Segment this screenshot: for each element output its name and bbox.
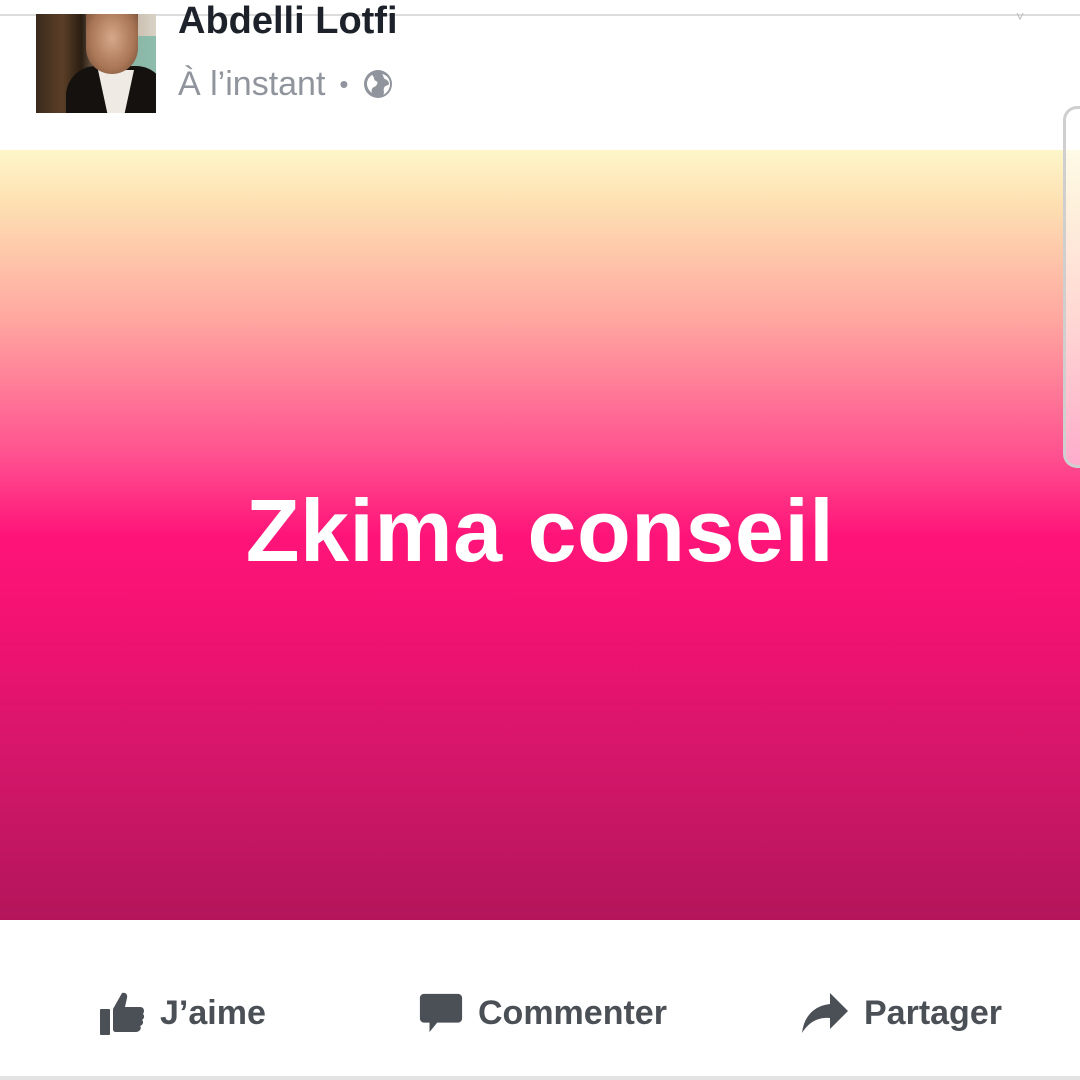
post-actions: J’aime Commenter Partager: [0, 920, 1080, 1076]
thumbs-up-icon: [98, 989, 146, 1037]
like-label: J’aime: [160, 993, 266, 1032]
author-name[interactable]: Abdelli Lotfi: [178, 0, 398, 38]
comment-label: Commenter: [478, 993, 667, 1032]
post-timestamp[interactable]: À l’instant: [178, 65, 325, 104]
comment-button[interactable]: Commenter: [418, 986, 667, 1040]
options-icon[interactable]: ˅: [1016, 8, 1026, 24]
author-avatar[interactable]: [36, 14, 156, 113]
comment-bubble-icon: [418, 990, 464, 1036]
top-divider: [0, 14, 1080, 16]
bottom-divider: [0, 1076, 1080, 1080]
banner-text: Zkima conseil: [245, 481, 835, 580]
share-button[interactable]: Partager: [800, 986, 1002, 1040]
share-label: Partager: [864, 993, 1002, 1032]
post-meta: À l’instant •: [178, 62, 393, 106]
facebook-post: Abdelli Lotfi À l’instant • ˅ Zkima cons…: [0, 0, 1080, 1080]
post-header: Abdelli Lotfi À l’instant • ˅: [0, 0, 1080, 150]
edge-scroll-handle[interactable]: [1063, 106, 1080, 468]
globe-icon[interactable]: [363, 69, 393, 99]
avatar-face: [86, 14, 138, 74]
like-button[interactable]: J’aime: [98, 986, 266, 1040]
share-arrow-icon: [800, 991, 850, 1035]
meta-separator: •: [339, 69, 349, 99]
post-banner[interactable]: Zkima conseil: [0, 150, 1080, 920]
